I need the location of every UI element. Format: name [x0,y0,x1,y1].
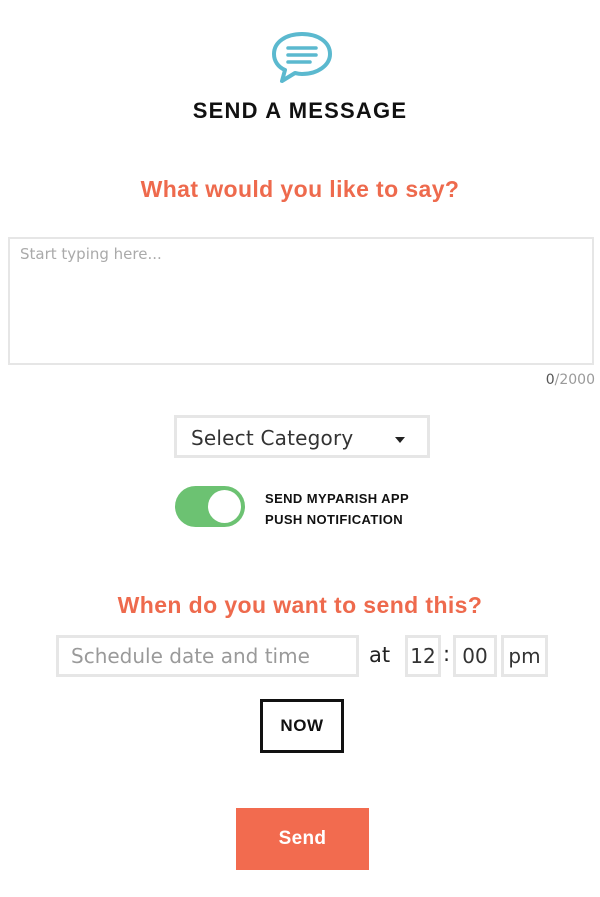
push-notification-label-line1: SEND MYPARISH APP [265,491,410,506]
category-select-value: Select Category [191,426,354,450]
toggle-knob [208,490,241,523]
caret-down-icon [395,437,405,443]
push-notification-toggle[interactable] [175,486,245,527]
schedule-prompt: When do you want to send this? [117,592,483,618]
chat-bubble-icon [270,30,334,84]
message-textarea[interactable] [8,237,594,365]
meridiem-select[interactable]: pm [501,635,548,677]
at-label: at [369,643,391,667]
schedule-date-input[interactable] [56,635,359,677]
character-count: 0 [545,372,555,388]
hour-input[interactable]: 12 [405,635,441,677]
category-select[interactable]: Select Category [174,415,430,458]
push-notification-label: SEND MYPARISH APP PUSH NOTIFICATION [265,488,409,530]
send-button[interactable]: Send [236,808,369,870]
character-max: /2000 [554,372,595,388]
character-counter: 0/2000 [546,372,595,388]
minute-input[interactable]: 00 [453,635,497,677]
message-prompt: What would you like to say? [140,176,460,202]
time-separator: : [443,642,451,666]
push-notification-label-line2: PUSH NOTIFICATION [265,512,403,527]
now-button[interactable]: NOW [260,699,344,753]
page-title: SEND A MESSAGE [192,98,408,123]
